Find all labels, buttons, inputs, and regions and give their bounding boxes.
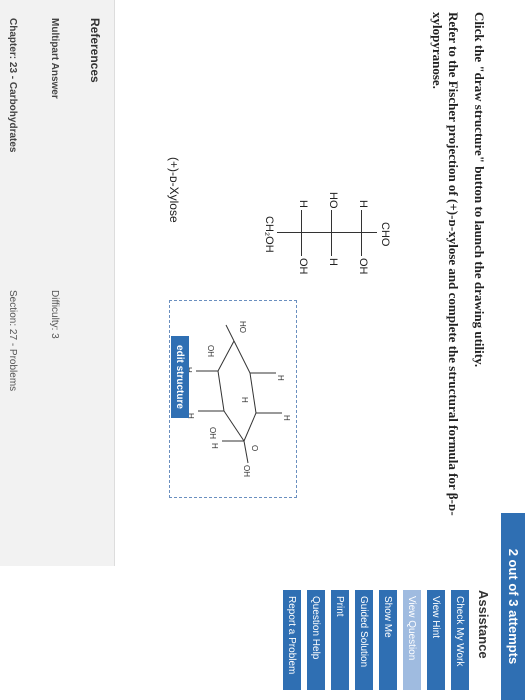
references-panel: References Multipart Answer Difficulty: … xyxy=(0,0,115,566)
report-a-problem-button[interactable]: Report a Problem xyxy=(283,590,301,690)
atom-label: H xyxy=(282,415,291,421)
atom-label: H xyxy=(210,443,219,449)
fischer-row-2-line xyxy=(331,210,332,256)
difficulty: Difficulty: 3 xyxy=(49,290,60,339)
view-question-button: View Question xyxy=(403,590,421,690)
fischer-projection: CHO H OH HO H H OH CH₂OH xyxy=(221,160,391,310)
question-help-button[interactable]: Question Help xyxy=(307,590,325,690)
chapter: Chapter: 23 - Carbohydrates xyxy=(7,18,18,153)
assistance-title: Assistance xyxy=(476,590,491,659)
atom-label: OH xyxy=(208,427,217,439)
fischer-row-3-right: OH xyxy=(297,258,309,275)
print-button[interactable]: Print xyxy=(331,590,349,690)
view-hint-button[interactable]: View Hint xyxy=(427,590,445,690)
fischer-row-3-line xyxy=(301,210,302,256)
atom-label: OH xyxy=(242,465,251,477)
atom-label: H xyxy=(276,375,285,381)
fischer-row-2-right: H xyxy=(327,258,339,266)
atom-label: OH xyxy=(206,345,215,357)
fischer-row-2-left: HO xyxy=(327,192,339,209)
fischer-row-1-line xyxy=(361,210,362,256)
check-my-work-button[interactable]: Check My Work xyxy=(451,590,469,690)
answer-type: Multipart Answer xyxy=(49,18,60,99)
fischer-row-1-left: H xyxy=(357,200,369,208)
fischer-bottom-group: CH₂OH xyxy=(263,216,275,253)
atom-label: H xyxy=(240,397,249,403)
atom-label: HO xyxy=(238,321,247,333)
edit-structure-button[interactable]: edit structure xyxy=(171,336,189,418)
section: Section: 27 - Problems xyxy=(7,290,18,392)
page-canvas: 2 out of 3 attempts Click the "draw stru… xyxy=(0,0,525,700)
question-prompt: Refer to the Fischer projection of (+)-ᴅ… xyxy=(430,12,461,516)
question-instruction: Click the "draw structure" button to lau… xyxy=(472,12,487,368)
atom-label: O xyxy=(250,445,259,451)
fischer-row-1-right: OH xyxy=(357,258,369,275)
fischer-backbone xyxy=(277,232,377,233)
fischer-row-3-left: H xyxy=(297,200,309,208)
show-me-button[interactable]: Show Me xyxy=(379,590,397,690)
assistance-panel: Assistance Check My Work View Hint View … xyxy=(0,590,499,700)
compound-name: (+)-ᴅ-Xylose xyxy=(167,157,181,223)
references-title: References xyxy=(88,18,102,83)
guided-solution-button[interactable]: Guided Solution xyxy=(355,590,373,690)
fischer-top-group: CHO xyxy=(379,222,391,247)
